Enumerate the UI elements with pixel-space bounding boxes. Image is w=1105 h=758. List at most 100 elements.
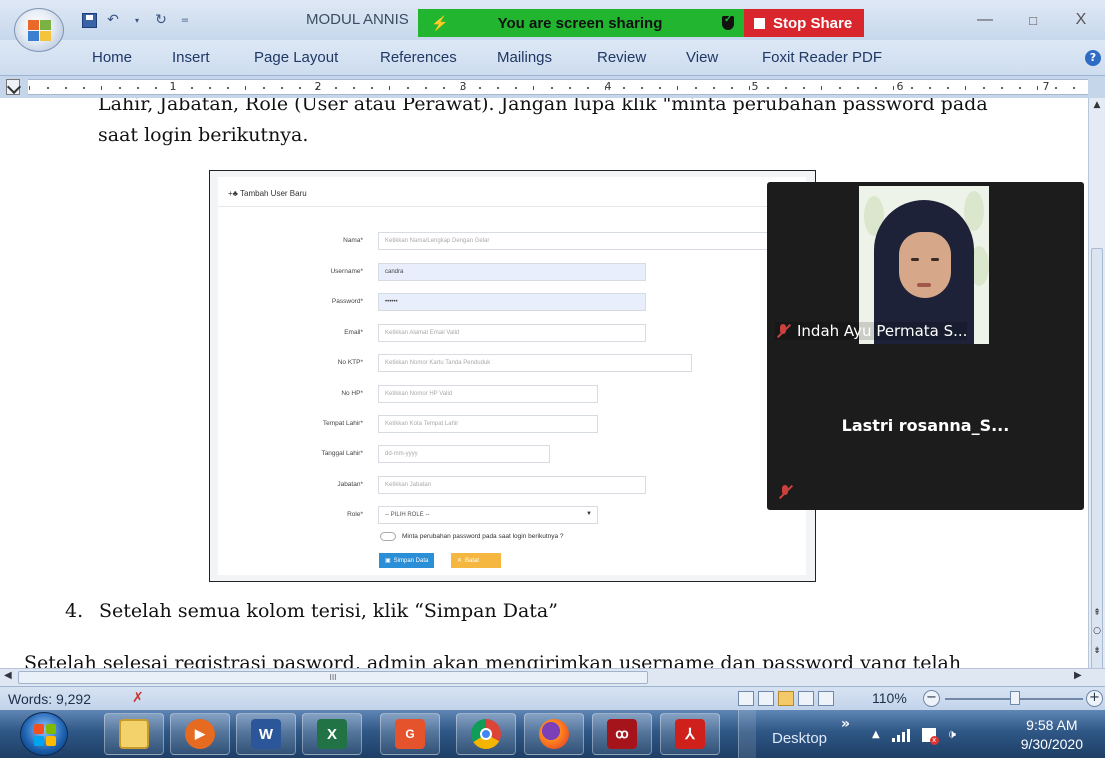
redo-icon[interactable]: ↻ xyxy=(152,11,170,29)
zoom-slider-thumb[interactable] xyxy=(1010,691,1020,705)
tempat-lahir-input[interactable]: Ketikkan Kota Tempat Lahir xyxy=(378,415,598,433)
taskbar: ▶ W X G ꝏ ⅄ Desktop » ▲ x 🕩 9:58 AM 9/30… xyxy=(0,710,1105,758)
vertical-scrollbar[interactable]: ▲ ⇞ ○ ⇟ xyxy=(1088,98,1105,688)
toggle-switch[interactable] xyxy=(380,532,396,541)
toggle-label: Minta perubahan password pada saat login… xyxy=(402,533,564,540)
tab-foxit-reader-pdf[interactable]: Foxit Reader PDF xyxy=(762,49,882,66)
dropdown-arrow-icon[interactable]: ▾ xyxy=(128,11,146,29)
ruler-tick xyxy=(1073,87,1075,89)
chevron-right-icon[interactable]: » xyxy=(841,716,850,732)
jabatan-input[interactable]: Ketikkan Jabatan xyxy=(378,476,646,494)
horizontal-scrollbar[interactable]: ◀ III ▶ xyxy=(0,668,1105,686)
role-select[interactable]: -- PILIH ROLE -- ▼ xyxy=(378,506,598,524)
tab-insert[interactable]: Insert xyxy=(172,49,210,66)
next-page-icon[interactable]: ⇟ xyxy=(1091,646,1103,656)
taskbar-acrobat[interactable]: ⅄ xyxy=(660,713,720,755)
tray-expand-icon[interactable]: ▲ xyxy=(872,729,880,740)
ruler-tick xyxy=(587,87,589,89)
ruler-tick xyxy=(749,86,750,90)
desktop-toolbar-label[interactable]: Desktop xyxy=(772,730,827,747)
ruler-tick xyxy=(353,87,355,89)
taskbar-mendeley[interactable]: ꝏ xyxy=(592,713,652,755)
taskbar-chrome[interactable] xyxy=(456,713,516,755)
taskbar-foxit[interactable]: G xyxy=(380,713,440,755)
simpan-data-button[interactable]: ▣ Simpan Data xyxy=(379,553,435,568)
maximize-button[interactable]: □ xyxy=(1009,0,1057,40)
system-clock[interactable]: 9:58 AM 9/30/2020 xyxy=(1021,716,1083,754)
tab-references[interactable]: References xyxy=(380,49,457,66)
word-count[interactable]: Words: 9,292 xyxy=(8,691,91,707)
action-center-flag-icon[interactable]: x xyxy=(921,727,939,745)
taskbar-firefox[interactable] xyxy=(524,713,584,755)
ruler-label: 6 xyxy=(896,80,904,93)
foxit-icon: G xyxy=(395,719,425,749)
volume-icon[interactable]: 🕩 xyxy=(948,727,956,742)
embedded-form-screenshot[interactable]: +♣ Tambah User Baru Nama* Ketikkan Nama/… xyxy=(209,170,816,582)
save-icon[interactable] xyxy=(80,11,98,29)
scroll-left-icon[interactable]: ◀ xyxy=(4,670,12,681)
pdf-reader-icon: ⅄ xyxy=(675,719,705,749)
close-button[interactable]: X xyxy=(1057,0,1105,40)
start-button[interactable] xyxy=(20,712,68,756)
horizontal-ruler[interactable]: 1 2 3 4 5 6 7 xyxy=(28,79,1088,95)
tab-selector-icon[interactable] xyxy=(6,79,20,95)
tab-mailings[interactable]: Mailings xyxy=(497,49,552,66)
ruler-tick xyxy=(965,86,966,90)
scroll-thumb[interactable] xyxy=(1091,248,1103,688)
tab-review[interactable]: Review xyxy=(597,49,646,66)
tab-home[interactable]: Home xyxy=(92,49,132,66)
password-input[interactable]: •••••• xyxy=(378,293,646,311)
outline-icon[interactable] xyxy=(798,691,814,706)
form-row: Jabatan* Ketikkan Jabatan xyxy=(218,476,806,494)
draft-icon[interactable] xyxy=(818,691,834,706)
taskbar-media-player[interactable]: ▶ xyxy=(170,713,230,755)
minimize-button[interactable]: — xyxy=(961,0,1009,40)
email-input[interactable]: Ketikkan Alamat Email Valid xyxy=(378,324,646,342)
web-layout-icon[interactable] xyxy=(778,691,794,706)
ruler-tick xyxy=(1019,87,1021,89)
document-text-line: Setelah selesai registrasi pasword, admi… xyxy=(24,652,962,668)
taskbar-file-explorer[interactable] xyxy=(104,713,164,755)
ruler-tick xyxy=(515,87,517,89)
ruler-tick xyxy=(425,87,427,89)
ruler-tick xyxy=(263,87,265,89)
print-layout-icon[interactable] xyxy=(738,691,754,706)
office-logo-icon xyxy=(28,20,52,42)
stop-share-button[interactable]: Stop Share xyxy=(744,9,864,37)
browse-object-icon[interactable]: ○ xyxy=(1091,626,1103,636)
horizontal-scroll-thumb[interactable]: III xyxy=(18,671,648,684)
ruler-tick xyxy=(875,87,877,89)
batal-button[interactable]: ✕ Batal xyxy=(451,553,501,568)
no-hp-input[interactable]: Ketikkan Nomor HP Valid xyxy=(378,385,598,403)
nama-input[interactable]: Ketikkan Nama/Lengkap Dengan Gelar xyxy=(378,232,778,250)
taskbar-scroll-separator[interactable] xyxy=(738,710,756,758)
no-ktp-input[interactable]: Ketikkan Nomor Kartu Tanda Penduduk xyxy=(378,354,692,372)
zoom-out-button[interactable]: − xyxy=(923,690,940,707)
proofing-icon[interactable]: ✗ xyxy=(132,690,144,706)
role-select-value: -- PILIH ROLE -- xyxy=(385,512,430,518)
meeting-video-panel[interactable]: Indah Ayu Permata S... Lastri rosanna_S.… xyxy=(767,182,1084,510)
form-row: Nama* Ketikkan Nama/Lengkap Dengan Gelar xyxy=(218,232,806,250)
document-title: MODUL ANNIS xyxy=(306,11,409,28)
tab-view[interactable]: View xyxy=(686,49,718,66)
tanggal-lahir-input[interactable]: dd-mm-yyyy xyxy=(378,445,550,463)
scroll-up-icon[interactable]: ▲ xyxy=(1091,100,1103,110)
form-label: Tanggal Lahir* xyxy=(321,450,363,457)
username-input[interactable]: candra xyxy=(378,263,646,281)
taskbar-excel[interactable]: X xyxy=(302,713,362,755)
help-icon[interactable]: ? xyxy=(1085,50,1101,66)
customize-toolbar-icon[interactable]: = xyxy=(176,11,194,29)
taskbar-word[interactable]: W xyxy=(236,713,296,755)
network-signal-icon[interactable] xyxy=(891,728,910,742)
zoom-in-button[interactable]: + xyxy=(1086,690,1103,707)
full-screen-reading-icon[interactable] xyxy=(758,691,774,706)
previous-page-icon[interactable]: ⇞ xyxy=(1091,608,1103,618)
zoom-level[interactable]: 110% xyxy=(872,690,907,706)
tab-page-layout[interactable]: Page Layout xyxy=(254,49,338,66)
ruler-label: 7 xyxy=(1042,80,1050,93)
password-change-toggle-row[interactable]: Minta perubahan password pada saat login… xyxy=(380,532,564,541)
office-button[interactable] xyxy=(14,8,64,52)
scroll-right-icon[interactable]: ▶ xyxy=(1074,670,1082,681)
media-player-icon: ▶ xyxy=(185,719,215,749)
undo-icon[interactable]: ↶ xyxy=(104,11,122,29)
